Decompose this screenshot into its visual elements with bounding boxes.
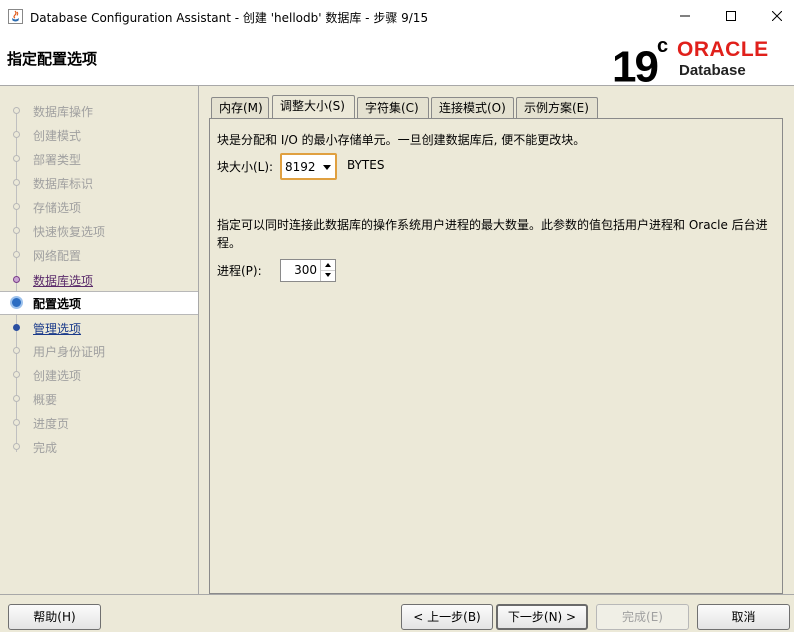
processes-label: 进程(P): bbox=[217, 264, 262, 278]
step-item: 创建模式 bbox=[0, 124, 198, 146]
step-item: 概要 bbox=[0, 388, 198, 410]
step-item: 进度页 bbox=[0, 412, 198, 434]
title-bar: Database Configuration Assistant - 创建 'h… bbox=[0, 0, 794, 33]
step-label: 网络配置 bbox=[33, 249, 82, 263]
processes-value[interactable]: 300 bbox=[294, 263, 317, 277]
step-link[interactable]: 数据库选项 bbox=[33, 272, 93, 289]
block-size-unit: BYTES bbox=[347, 158, 385, 172]
step-dot-icon bbox=[13, 324, 20, 331]
step-dot-icon bbox=[13, 179, 20, 186]
processes-spinner[interactable]: 300 bbox=[280, 259, 336, 282]
next-button[interactable]: 下一步(N) > bbox=[496, 604, 588, 630]
page-title: 指定配置选项 bbox=[7, 50, 98, 68]
current-step-icon bbox=[10, 296, 23, 309]
step-item: 网络配置 bbox=[0, 244, 198, 266]
step-item-database-options[interactable]: 数据库选项 bbox=[0, 269, 198, 291]
tab-character-set[interactable]: 字符集(C) bbox=[357, 97, 429, 118]
step-label: 进度页 bbox=[33, 417, 70, 431]
back-button[interactable]: < 上一步(B) bbox=[401, 604, 493, 630]
step-dot-icon bbox=[13, 419, 20, 426]
step-label: 存储选项 bbox=[33, 201, 82, 215]
step-item: 创建选项 bbox=[0, 364, 198, 386]
step-label: 数据库标识 bbox=[33, 177, 94, 191]
wizard-body: 数据库操作 创建模式 部署类型 数据库标识 存储选项 快速恢复选项 网络配置 数… bbox=[0, 86, 794, 632]
step-item-management-options[interactable]: 管理选项 bbox=[0, 317, 198, 339]
oracle-brand-text: ORACLE bbox=[677, 38, 769, 60]
version-number: 19 bbox=[612, 42, 659, 92]
minimize-icon bbox=[680, 15, 690, 17]
tab-sample-schemas[interactable]: 示例方案(E) bbox=[516, 97, 598, 118]
block-size-description: 块是分配和 I/O 的最小存储单元。一旦创建数据库后, 便不能更改块。 bbox=[217, 133, 586, 147]
step-label: 配置选项 bbox=[33, 297, 82, 311]
step-dot-icon bbox=[13, 107, 20, 114]
version-suffix: c bbox=[656, 35, 669, 57]
product-name: Database bbox=[679, 62, 746, 79]
button-bar-separator bbox=[0, 594, 794, 595]
maximize-icon bbox=[726, 11, 736, 21]
finish-button[interactable]: 完成(E) bbox=[596, 604, 689, 630]
step-label: 快速恢复选项 bbox=[33, 225, 106, 239]
step-item: 用户身份证明 bbox=[0, 340, 198, 362]
minimize-button[interactable] bbox=[662, 0, 708, 32]
sizing-tab-panel: 块是分配和 I/O 的最小存储单元。一旦创建数据库后, 便不能更改块。 块大小(… bbox=[209, 118, 783, 594]
step-label: 用户身份证明 bbox=[33, 345, 106, 359]
oracle-logo: ORACLE bbox=[677, 38, 769, 60]
version-logo: 19c bbox=[612, 35, 668, 93]
help-button[interactable]: 帮助(H) bbox=[8, 604, 101, 630]
step-dot-icon bbox=[13, 347, 20, 354]
close-button[interactable] bbox=[754, 0, 794, 32]
step-dot-icon bbox=[13, 227, 20, 234]
step-label: 概要 bbox=[33, 393, 58, 407]
steps-navigator: 数据库操作 创建模式 部署类型 数据库标识 存储选项 快速恢复选项 网络配置 数… bbox=[0, 86, 199, 594]
step-item: 部署类型 bbox=[0, 148, 198, 170]
step-dot-icon bbox=[13, 155, 20, 162]
step-label: 完成 bbox=[33, 441, 58, 455]
java-app-icon bbox=[8, 9, 23, 24]
block-size-value: 8192 bbox=[285, 160, 316, 174]
window-title: Database Configuration Assistant - 创建 'h… bbox=[30, 11, 429, 25]
close-icon bbox=[772, 11, 782, 21]
step-item: 数据库操作 bbox=[0, 100, 198, 122]
step-label: 创建选项 bbox=[33, 369, 82, 383]
step-dot-icon bbox=[13, 203, 20, 210]
tab-connection-mode[interactable]: 连接模式(O) bbox=[431, 97, 514, 118]
block-size-select[interactable]: 8192 bbox=[280, 153, 337, 180]
maximize-button[interactable] bbox=[708, 0, 754, 32]
cancel-button[interactable]: 取消 bbox=[697, 604, 790, 630]
step-item: 存储选项 bbox=[0, 196, 198, 218]
block-size-label: 块大小(L): bbox=[217, 160, 274, 174]
step-dot-icon bbox=[13, 131, 20, 138]
processes-description: 指定可以同时连接此数据库的操作系统用户进程的最大数量。此参数的值包括用户进程和 … bbox=[217, 218, 768, 250]
step-item: 完成 bbox=[0, 436, 198, 458]
step-label: 数据库操作 bbox=[33, 105, 94, 119]
spinner-buttons bbox=[320, 260, 335, 281]
tab-sizing[interactable]: 调整大小(S) bbox=[272, 95, 355, 118]
step-link[interactable]: 管理选项 bbox=[33, 320, 81, 337]
step-label: 创建模式 bbox=[33, 129, 82, 143]
chevron-down-icon bbox=[323, 165, 331, 170]
step-item: 快速恢复选项 bbox=[0, 220, 198, 242]
wizard-header: 指定配置选项 19c ORACLE Database bbox=[0, 33, 794, 92]
step-dot-icon bbox=[13, 395, 20, 402]
tab-memory[interactable]: 内存(M) bbox=[211, 97, 269, 118]
step-item: 数据库标识 bbox=[0, 172, 198, 194]
step-item-current: 配置选项 bbox=[0, 291, 198, 315]
spinner-down-icon[interactable] bbox=[321, 270, 335, 280]
step-dot-icon bbox=[13, 371, 20, 378]
step-dot-icon bbox=[13, 251, 20, 258]
step-dot-icon bbox=[13, 443, 20, 450]
step-label: 部署类型 bbox=[33, 153, 82, 167]
step-dot-icon bbox=[13, 276, 20, 283]
